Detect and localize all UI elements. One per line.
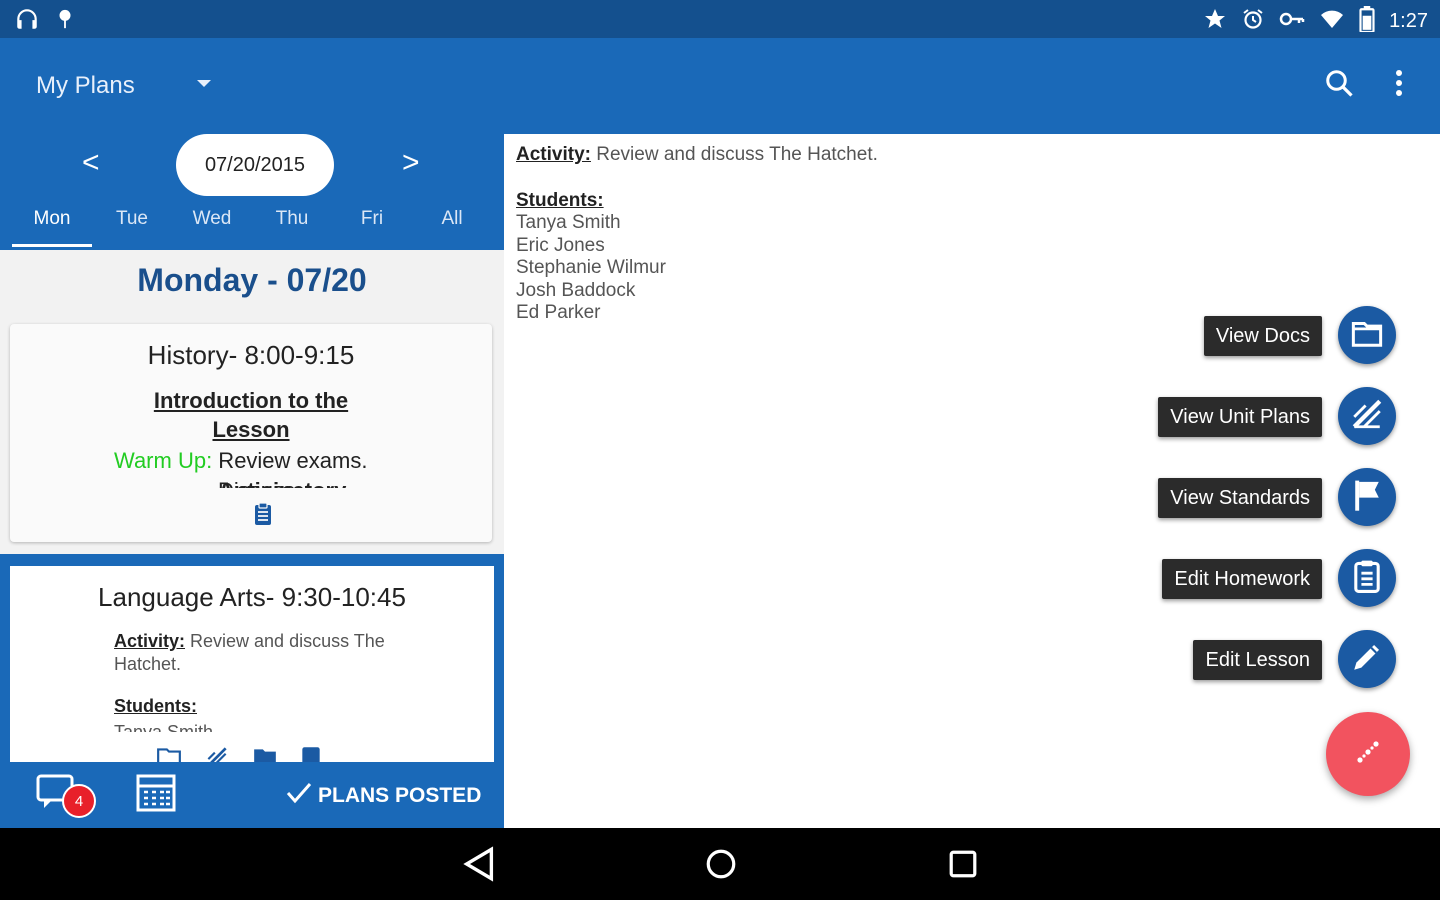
tab-thu[interactable]: Thu (252, 208, 332, 247)
dropdown-arrow-icon (195, 77, 213, 95)
view-standards-label[interactable]: View Standards (1158, 478, 1322, 518)
plans-list-panel: < 07/20/2015 > Mon Tue Wed Thu Fri All M… (0, 134, 504, 828)
lesson-title: Language Arts- 9:30-10:45 (98, 582, 406, 612)
clipboard-icon (1353, 559, 1381, 598)
view-docs-button[interactable] (1338, 306, 1396, 364)
folder-icon (1350, 318, 1384, 353)
clipboard-icon[interactable] (252, 502, 274, 531)
lesson-card-history[interactable]: History- 8:00-9:15 Introduction to the L… (10, 324, 492, 542)
star-icon (1203, 7, 1227, 36)
detail-activity-text: Review and discuss The Hatchet. (590, 144, 878, 165)
prev-date-button[interactable]: < (82, 146, 100, 180)
clipboard-icon[interactable] (300, 744, 322, 762)
warm-up-text: Review exams. (212, 448, 368, 473)
tab-tue[interactable]: Tue (92, 208, 172, 247)
plans-posted-button[interactable]: PLANS POSTED (286, 782, 481, 810)
student-name: Stephanie Wilmur (516, 257, 666, 279)
fab-row-edit-lesson: Edit Lesson (1193, 640, 1322, 680)
students-label: Students: (114, 696, 197, 716)
warm-up-label: Warm Up: (114, 448, 213, 473)
calendar-button[interactable] (136, 774, 176, 817)
card-action-icons (156, 744, 322, 762)
tab-all[interactable]: All (412, 208, 492, 247)
edit-homework-button[interactable] (1338, 549, 1396, 607)
lesson-card-language-arts[interactable]: Language Arts- 9:30-10:45 Activity: Revi… (10, 566, 494, 762)
lesson-subtitle-line2: Lesson (212, 417, 290, 442)
key-icon (1279, 7, 1305, 36)
status-time: 1:27 (1389, 10, 1428, 32)
system-nav-bar (0, 828, 1440, 900)
anticipatory-set-text: Discuss (218, 478, 295, 488)
detail-students-list: Tanya Smith Eric Jones Stephanie Wilmur … (516, 212, 666, 325)
fab-row-view-docs: View Docs (1203, 316, 1322, 356)
view-docs-label[interactable]: View Docs (1203, 316, 1322, 356)
day-heading: Monday - 07/20 (137, 262, 367, 298)
folder-icon[interactable] (156, 744, 182, 762)
student-name: Ed Parker (516, 302, 601, 324)
detail-students-label: Students: (516, 190, 604, 211)
wifi-icon (1319, 7, 1345, 36)
view-unit-plans-button[interactable] (1338, 387, 1396, 445)
flag-icon (1352, 478, 1382, 517)
more-vert-icon[interactable] (1394, 68, 1404, 103)
status-left-icons (14, 6, 76, 37)
date-navigator: < 07/20/2015 > Mon Tue Wed Thu Fri All (0, 134, 504, 250)
bottom-bar: 4 PLANS POSTED (0, 762, 504, 828)
home-icon[interactable] (704, 846, 738, 887)
selected-lesson-wrap: Language Arts- 9:30-10:45 Activity: Revi… (0, 554, 504, 762)
notification-badge: 4 (62, 784, 96, 818)
edit-note-icon (1350, 397, 1384, 436)
tab-mon[interactable]: Mon (12, 208, 92, 247)
tab-wed[interactable]: Wed (172, 208, 252, 247)
app-actions (1324, 68, 1404, 103)
pencil-icon (1350, 640, 1384, 679)
fab-row-edit-homework: Edit Homework (1162, 559, 1322, 599)
headphones-icon (14, 6, 40, 37)
activity-label: Activity: (114, 631, 186, 651)
edit-homework-label[interactable]: Edit Homework (1162, 559, 1322, 599)
view-unit-plans-label[interactable]: View Unit Plans (1158, 397, 1322, 437)
activity-line: Activity: Review and discuss The Hatchet… (114, 630, 404, 676)
student-name: Tanya Smith (516, 212, 621, 233)
student-name: Josh Baddock (516, 279, 636, 301)
battery-icon (1359, 6, 1375, 37)
next-date-button[interactable]: > (402, 146, 420, 180)
warm-up-line: Warm Up: Review exams. (114, 448, 367, 474)
plans-posted-label: PLANS POSTED (318, 784, 482, 807)
detail-activity: Activity: Review and discuss The Hatchet… (516, 144, 878, 166)
lesson-title: History- 8:00-9:15 (147, 340, 355, 370)
search-icon[interactable] (1324, 68, 1354, 103)
app-bar: My Plans (0, 38, 1440, 134)
check-icon (286, 782, 312, 810)
fab-row-view-unit-plans: View Unit Plans (1158, 397, 1322, 437)
plans-title: My Plans (36, 72, 135, 99)
clipped-student: Tanya Smith (114, 722, 214, 732)
fab-dots-icon (1353, 737, 1383, 772)
lesson-subtitle: Introduction to the Lesson (10, 386, 492, 444)
status-bar: 1:27 (0, 0, 1440, 38)
pin-icon (54, 6, 76, 37)
alarm-icon (1241, 7, 1265, 36)
speed-dial-fab[interactable] (1326, 712, 1410, 796)
day-tabs: Mon Tue Wed Thu Fri All (12, 208, 492, 247)
edit-lesson-label[interactable]: Edit Lesson (1193, 640, 1322, 680)
lesson-subtitle-line1: Introduction to the (153, 388, 349, 413)
edit-lesson-button[interactable] (1338, 630, 1396, 688)
status-right-icons: 1:27 (1203, 6, 1428, 37)
recents-icon[interactable] (948, 846, 978, 887)
edit-note-icon[interactable] (204, 744, 230, 762)
student-name: Eric Jones (516, 234, 605, 256)
date-picker-button[interactable]: 07/20/2015 (176, 134, 334, 196)
fab-row-view-standards: View Standards (1158, 478, 1322, 518)
tab-fri[interactable]: Fri (332, 208, 412, 247)
folder-filled-icon[interactable] (252, 744, 278, 762)
clipped-line: Anticipatory Set: Discuss (10, 474, 492, 488)
back-icon[interactable] (462, 846, 496, 887)
plans-dropdown[interactable]: My Plans (36, 72, 213, 100)
view-standards-button[interactable] (1338, 468, 1396, 526)
detail-activity-label: Activity: (516, 144, 591, 165)
